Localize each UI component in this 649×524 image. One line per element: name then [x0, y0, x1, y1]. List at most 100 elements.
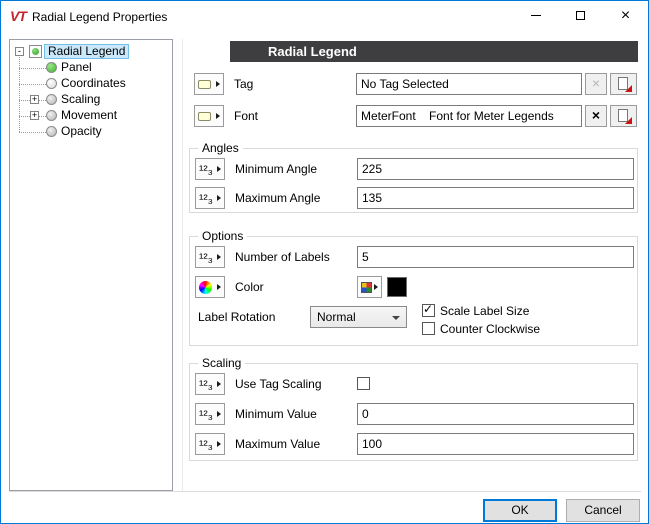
clear-icon: × — [592, 107, 600, 123]
label-rotation-value: Normal — [317, 307, 356, 327]
numeric-icon: ¹²₃ — [199, 163, 213, 176]
opacity-status-dot-icon — [46, 126, 57, 137]
font-label: Font — [234, 105, 258, 127]
tag-input[interactable] — [356, 73, 582, 95]
collapse-icon: - — [18, 46, 21, 56]
color-swatch[interactable] — [387, 277, 407, 297]
scale-label-size-checkbox[interactable]: ✓ — [422, 304, 435, 317]
minimum-value-input[interactable] — [357, 403, 634, 425]
tree-root-label: Radial Legend — [44, 44, 129, 59]
tree-connector-line — [19, 52, 20, 132]
numeric-icon: ¹²₃ — [199, 192, 213, 205]
minimum-angle-input[interactable] — [357, 158, 634, 180]
minimize-button[interactable] — [513, 1, 558, 30]
use-tag-scaling-checkbox[interactable] — [357, 377, 370, 390]
tree-item-movement[interactable]: Movement — [61, 108, 117, 124]
minimum-value-type-button[interactable]: ¹²₃ — [195, 403, 225, 425]
tree-item-label: Scaling — [61, 92, 100, 106]
font-clear-button[interactable]: × — [585, 105, 607, 127]
maximum-value-label: Maximum Value — [235, 433, 320, 455]
numeric-icon: ¹²₃ — [199, 438, 213, 451]
ok-button[interactable]: OK — [483, 499, 557, 522]
tree-item-opacity[interactable]: Opacity — [61, 124, 102, 140]
coordinates-status-dot-icon — [46, 78, 57, 89]
tree-connector-line — [19, 132, 46, 133]
tree-root-item[interactable]: Radial Legend — [44, 44, 129, 60]
dropdown-arrow-icon — [217, 441, 221, 447]
font-browse-button[interactable] — [610, 105, 637, 127]
maximum-value-input[interactable] — [357, 433, 634, 455]
titlebar[interactable]: VT Radial Legend Properties × — [1, 1, 648, 31]
numeric-icon: ¹²₃ — [199, 408, 213, 421]
minimum-angle-type-button[interactable]: ¹²₃ — [195, 158, 225, 180]
maximum-angle-input[interactable] — [357, 187, 634, 209]
number-of-labels-type-button[interactable]: ¹²₃ — [195, 246, 225, 268]
window-title: Radial Legend Properties — [32, 10, 167, 24]
font-input[interactable] — [356, 105, 582, 127]
font-browse-icon — [617, 109, 631, 123]
tree-item-label: Coordinates — [61, 76, 126, 90]
tag-type-button[interactable] — [194, 73, 224, 95]
tag-browse-button[interactable] — [610, 73, 637, 95]
scaling-group-title: Scaling — [198, 356, 245, 370]
tag-clear-button[interactable]: × — [585, 73, 607, 95]
cancel-button[interactable]: Cancel — [566, 499, 640, 522]
minimum-angle-label: Minimum Angle — [235, 158, 317, 180]
number-of-labels-input[interactable] — [357, 246, 634, 268]
font-type-button[interactable] — [194, 105, 224, 127]
expand-icon: + — [32, 110, 37, 120]
maximize-icon — [576, 11, 585, 20]
color-wheel-icon — [199, 281, 212, 294]
dropdown-arrow-icon — [217, 284, 221, 290]
footer-separator — [9, 491, 641, 492]
label-rotation-dropdown[interactable]: Normal — [310, 306, 407, 328]
tree-item-label: Opacity — [61, 124, 102, 138]
tree-collapse-toggle[interactable]: - — [15, 47, 24, 56]
maximum-value-type-button[interactable]: ¹²₃ — [195, 433, 225, 455]
numeric-icon: ¹²₃ — [199, 378, 213, 391]
use-tag-scaling-type-button[interactable]: ¹²₃ — [195, 373, 225, 395]
minimum-value-label: Minimum Value — [235, 403, 317, 425]
counter-clockwise-checkbox[interactable] — [422, 322, 435, 335]
maximum-angle-type-button[interactable]: ¹²₃ — [195, 187, 225, 209]
properties-header: Radial Legend — [230, 41, 638, 62]
dropdown-arrow-icon — [217, 166, 221, 172]
numeric-icon: ¹²₃ — [199, 251, 213, 264]
maximum-angle-label: Maximum Angle — [235, 187, 320, 209]
angles-group: Angles ¹²₃ Minimum Angle ¹²₃ Maximum Ang… — [189, 148, 638, 213]
scale-label-size-label: Scale Label Size — [440, 304, 529, 318]
tag-browse-icon — [617, 77, 631, 91]
tree-expand-toggle[interactable]: + — [30, 111, 39, 120]
dropdown-arrow-icon — [217, 195, 221, 201]
tree-item-coordinates[interactable]: Coordinates — [61, 76, 126, 92]
options-group: Options ¹²₃ Number of Labels Color Label… — [189, 236, 638, 346]
dropdown-arrow-icon — [217, 381, 221, 387]
minimize-icon — [531, 15, 541, 16]
properties-header-title: Radial Legend — [268, 44, 357, 59]
color-picker-button[interactable] — [357, 276, 382, 298]
movement-status-dot-icon — [46, 110, 57, 121]
close-button[interactable]: × — [603, 1, 648, 30]
use-tag-scaling-label: Use Tag Scaling — [235, 373, 322, 395]
tree-item-label: Movement — [61, 108, 117, 122]
dropdown-arrow-icon — [216, 81, 220, 87]
tree-connector-line — [19, 68, 46, 69]
dropdown-arrow-icon — [217, 254, 221, 260]
panel-divider — [182, 39, 183, 491]
font-chip-icon — [198, 112, 211, 121]
tree-expand-toggle[interactable]: + — [30, 95, 39, 104]
panel-status-dot-icon — [46, 62, 57, 73]
number-of-labels-label: Number of Labels — [235, 246, 330, 268]
color-picker-icon — [361, 282, 372, 293]
tree-item-scaling[interactable]: Scaling — [61, 92, 100, 108]
maximize-button[interactable] — [558, 1, 603, 30]
clear-icon: × — [592, 75, 600, 91]
color-type-button[interactable] — [195, 276, 225, 298]
check-icon: ✓ — [423, 303, 433, 316]
tree-item-panel[interactable]: Panel — [61, 60, 92, 76]
counter-clockwise-label: Counter Clockwise — [440, 322, 540, 336]
cancel-button-label: Cancel — [584, 503, 621, 517]
label-rotation-label: Label Rotation — [198, 306, 275, 328]
dropdown-arrow-icon — [374, 284, 378, 290]
tag-chip-icon — [198, 80, 211, 89]
